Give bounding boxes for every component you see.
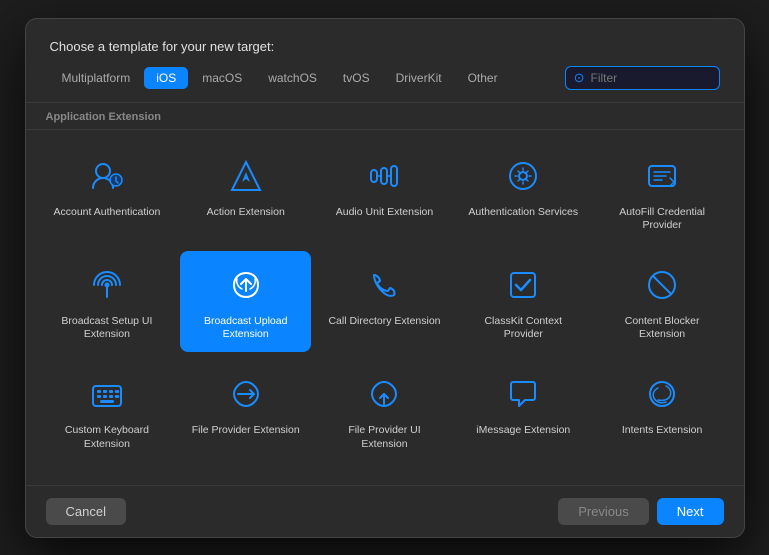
filter-icon: ⊙ [574, 70, 585, 86]
classkit-icon [501, 263, 545, 307]
item-auth-services[interactable]: Authentication Services [458, 142, 589, 243]
broadcast-upload-icon [224, 263, 268, 307]
item-more4[interactable] [458, 469, 589, 484]
item-more3[interactable] [319, 469, 450, 484]
item-more2[interactable] [180, 469, 311, 484]
item-account-auth-label: Account Authentication [53, 206, 160, 220]
dialog-header: Choose a template for your new target: M… [26, 19, 744, 103]
more5-icon [640, 481, 684, 484]
more3-icon [362, 481, 406, 484]
more2-icon [224, 481, 268, 484]
item-autofill[interactable]: AutoFill Credential Provider [597, 142, 728, 243]
item-classkit[interactable]: ClassKit Context Provider [458, 251, 589, 352]
item-call-directory[interactable]: Call Directory Extension [319, 251, 450, 352]
broadcast-setup-icon [85, 263, 129, 307]
item-file-provider-ui-label: File Provider UI Extension [325, 424, 444, 451]
dialog-body: Application Extension Account Authentica… [26, 103, 744, 485]
section-label: Application Extension [26, 103, 744, 130]
item-action-ext[interactable]: Action Extension [180, 142, 311, 243]
item-custom-keyboard[interactable]: Custom Keyboard Extension [42, 360, 173, 461]
next-button[interactable]: Next [657, 498, 724, 525]
dialog-footer: Cancel Previous Next [26, 485, 744, 537]
tab-driverkit[interactable]: DriverKit [384, 67, 454, 89]
more1-icon [85, 481, 129, 484]
item-account-auth[interactable]: Account Authentication [42, 142, 173, 243]
cancel-button[interactable]: Cancel [46, 498, 126, 525]
tab-watchos[interactable]: watchOS [256, 67, 329, 89]
item-broadcast-upload[interactable]: Broadcast Upload Extension [180, 251, 311, 352]
item-autofill-label: AutoFill Credential Provider [603, 206, 722, 233]
action-ext-icon [224, 154, 268, 198]
item-file-provider-label: File Provider Extension [192, 424, 300, 438]
more4-icon [501, 481, 545, 484]
item-imessage-label: iMessage Extension [476, 424, 570, 438]
item-imessage[interactable]: iMessage Extension [458, 360, 589, 461]
tab-macos[interactable]: macOS [190, 67, 254, 89]
intents-icon [640, 372, 684, 416]
file-provider-icon [224, 372, 268, 416]
dialog-title: Choose a template for your new target: [50, 39, 720, 54]
audio-unit-icon [362, 154, 406, 198]
file-provider-ui-icon [362, 372, 406, 416]
item-broadcast-upload-label: Broadcast Upload Extension [186, 315, 305, 342]
item-content-blocker-label: Content Blocker Extension [603, 315, 722, 342]
item-action-ext-label: Action Extension [207, 206, 285, 220]
dialog: Choose a template for your new target: M… [25, 18, 745, 538]
content-blocker-icon [640, 263, 684, 307]
tab-multiplatform[interactable]: Multiplatform [50, 67, 143, 89]
item-classkit-label: ClassKit Context Provider [464, 315, 583, 342]
previous-button[interactable]: Previous [558, 498, 649, 525]
grid-container[interactable]: Account Authentication Action Extension [26, 130, 744, 485]
template-grid: Account Authentication Action Extension [42, 142, 728, 485]
item-content-blocker[interactable]: Content Blocker Extension [597, 251, 728, 352]
call-directory-icon [362, 263, 406, 307]
filter-input[interactable] [591, 71, 711, 85]
filter-container: ⊙ [565, 66, 720, 90]
tab-bar: Multiplatform iOS macOS watchOS tvOS Dri… [50, 66, 720, 90]
item-file-provider-ui[interactable]: File Provider UI Extension [319, 360, 450, 461]
item-broadcast-setup-label: Broadcast Setup UI Extension [48, 315, 167, 342]
item-intents[interactable]: Intents Extension [597, 360, 728, 461]
item-auth-services-label: Authentication Services [468, 206, 578, 220]
tab-tvos[interactable]: tvOS [331, 67, 382, 89]
auth-services-icon [501, 154, 545, 198]
item-call-directory-label: Call Directory Extension [328, 315, 440, 329]
item-custom-keyboard-label: Custom Keyboard Extension [48, 424, 167, 451]
tab-ios[interactable]: iOS [144, 67, 188, 89]
item-more5[interactable] [597, 469, 728, 484]
account-auth-icon [85, 154, 129, 198]
item-more1[interactable] [42, 469, 173, 484]
item-audio-unit[interactable]: Audio Unit Extension [319, 142, 450, 243]
item-audio-unit-label: Audio Unit Extension [336, 206, 433, 220]
item-broadcast-setup[interactable]: Broadcast Setup UI Extension [42, 251, 173, 352]
item-intents-label: Intents Extension [622, 424, 703, 438]
imessage-icon [501, 372, 545, 416]
footer-right: Previous Next [558, 498, 723, 525]
custom-keyboard-icon [85, 372, 129, 416]
autofill-icon [640, 154, 684, 198]
item-file-provider[interactable]: File Provider Extension [180, 360, 311, 461]
tab-other[interactable]: Other [456, 67, 510, 89]
